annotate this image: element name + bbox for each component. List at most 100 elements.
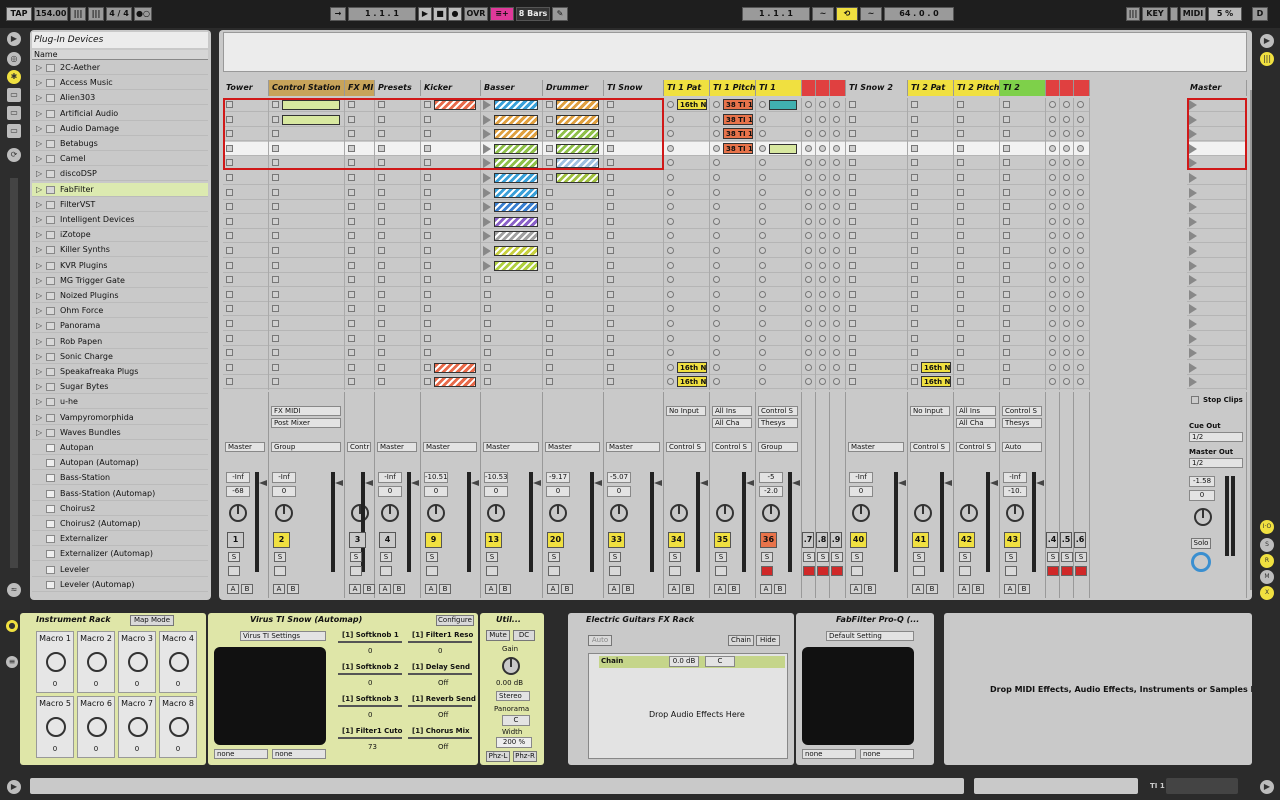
track-volume[interactable]: -5 [759,472,783,483]
input-channel-select[interactable]: Post Mixer [271,418,341,428]
stop-button-icon[interactable] [484,276,491,284]
stop-button-icon[interactable] [1003,217,1010,225]
clip[interactable] [556,173,599,183]
crossfade-a-button[interactable]: A [760,584,772,594]
stop-button-icon[interactable] [424,320,431,327]
stop-button-icon[interactable] [546,232,553,240]
clip-slot[interactable] [802,273,815,288]
output-type-select[interactable]: Control S [956,442,996,452]
folder-2-icon[interactable]: ▭ [7,106,21,120]
folder-3-icon[interactable]: ▭ [7,124,21,138]
live-devices-icon[interactable]: ◎ [7,52,21,66]
scene-launch[interactable] [1187,288,1246,302]
pan-knob[interactable] [852,504,870,522]
stop-button-icon[interactable] [607,276,614,284]
stop-button-icon[interactable] [1063,247,1070,254]
clip-slot[interactable] [345,186,374,200]
virus-preset-select[interactable]: Virus TI Settings [240,631,326,641]
input-channel-select[interactable]: Thesys [1002,418,1042,428]
expand-icon[interactable]: ▷ [36,365,42,379]
clip-slot[interactable] [1046,229,1059,244]
stop-button-icon[interactable] [1049,115,1056,123]
output-type-select[interactable]: Master [423,442,477,452]
stop-button-icon[interactable] [424,174,431,181]
stop-button-icon[interactable] [819,159,826,167]
clip-slot[interactable] [543,346,603,361]
stop-button-icon[interactable] [1063,174,1070,181]
automation-arm-button[interactable]: ≡+ [490,7,514,21]
virus-xy-pad[interactable] [214,647,326,745]
phase-left-button[interactable]: Phz-L [486,751,510,762]
clip-slot[interactable] [269,200,344,215]
track-activator[interactable]: 33 [608,532,625,548]
track-activator[interactable]: .5 [1060,532,1072,548]
stop-button-icon[interactable] [759,320,766,327]
stop-button-icon[interactable] [546,378,553,386]
stop-button-icon[interactable] [759,247,766,254]
stop-button-icon[interactable] [849,174,856,181]
clip-slot[interactable] [846,171,907,185]
clip-slot[interactable] [846,200,907,215]
clip-slot[interactable] [830,113,845,127]
utility-title[interactable]: Util... [480,613,544,626]
clip-slot[interactable] [802,361,815,375]
clip-slot[interactable] [269,317,344,331]
browser-item[interactable]: Externalizer [32,532,208,547]
clip-slot[interactable] [543,288,603,302]
expand-icon[interactable]: ▷ [36,274,42,288]
overdub-button[interactable]: OVR [464,7,488,21]
macro-dial[interactable] [46,652,66,672]
pan-knob[interactable] [381,504,399,522]
mixer-toggle-icon[interactable]: M [1260,570,1274,584]
input-channel-select[interactable]: All Cha [712,418,752,428]
stop-button-icon[interactable] [713,159,720,167]
solo-button[interactable]: S [426,552,438,562]
clip[interactable] [494,187,538,198]
clip-slot[interactable] [1000,215,1045,229]
stop-button-icon[interactable] [911,261,918,269]
browser-item[interactable]: Leveler (Automap) [32,578,208,592]
volume-fader[interactable] [990,480,998,486]
stop-button-icon[interactable] [1063,232,1070,240]
output-type-select[interactable]: Auto [1002,442,1042,452]
clip-slot[interactable] [1060,113,1073,127]
arm-button[interactable] [350,566,362,576]
clip-slot[interactable] [756,156,801,171]
clip-slot[interactable] [954,302,999,317]
stop-button-icon[interactable] [1063,188,1070,196]
stop-button-icon[interactable] [1003,247,1010,254]
expand-icon[interactable]: ▷ [36,243,42,257]
fx-hide-button[interactable]: Hide [756,635,780,646]
arm-button[interactable] [1061,566,1073,576]
clip-slot[interactable] [664,273,709,288]
session-view-icon[interactable]: ▶ [1260,34,1274,48]
hot-swap-icon[interactable]: ⟳ [7,148,21,162]
browser-item[interactable]: ▷ Access Music [32,76,208,91]
stop-button-icon[interactable] [713,334,720,342]
browser-item[interactable]: ▷ Noized Plugins [32,289,208,303]
stop-button-icon[interactable] [424,305,431,313]
stop-button-icon[interactable] [378,188,385,196]
volume-fader[interactable] [1036,480,1044,486]
clip-slot[interactable] [1000,113,1045,127]
pan-knob[interactable] [427,504,445,522]
stop-button-icon[interactable] [957,276,964,284]
clip-slot[interactable] [269,375,344,390]
track-activator[interactable]: 2 [273,532,290,548]
clip[interactable] [769,100,797,110]
clip-slot[interactable] [1000,302,1045,317]
stop-button-icon[interactable] [483,173,491,183]
utility-pan-value[interactable]: C [502,715,530,726]
clip-slot[interactable] [954,361,999,375]
macro-dial[interactable] [87,652,107,672]
browser-item[interactable]: ▷ Betabugs [32,137,208,151]
crossfade-a-button[interactable]: A [425,584,437,594]
stop-button-icon[interactable] [1049,276,1056,284]
clip-slot[interactable] [223,200,268,215]
clip-slot[interactable] [846,229,907,244]
crossfade-a-button[interactable]: A [958,584,970,594]
stop-button-icon[interactable] [424,261,431,269]
clip-slot[interactable] [481,332,542,346]
stop-button-icon[interactable] [226,188,233,196]
crossfade-a-button[interactable]: A [227,584,239,594]
